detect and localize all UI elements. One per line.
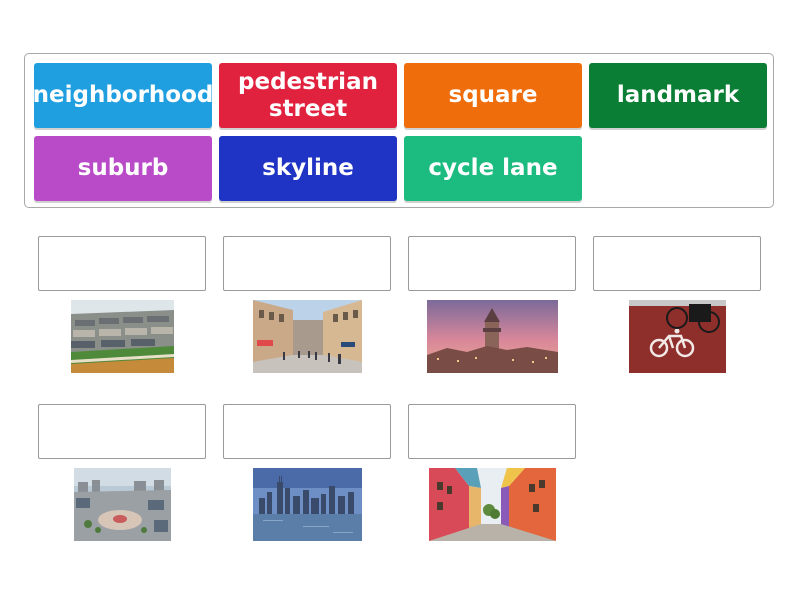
word-bank: neighborhood pedestrian street square la… bbox=[24, 53, 774, 208]
drop-box-2[interactable] bbox=[223, 236, 391, 291]
tile-skyline[interactable]: skyline bbox=[219, 136, 397, 201]
tile-landmark[interactable]: landmark bbox=[589, 63, 767, 128]
tile-neighborhood[interactable]: neighborhood bbox=[33, 63, 213, 128]
drop-box-5[interactable] bbox=[38, 404, 206, 459]
city-square-aerial-photo bbox=[74, 468, 171, 541]
drop-box-3[interactable] bbox=[408, 236, 576, 291]
city-skyline-photo bbox=[253, 468, 362, 541]
tile-pedestrian-street[interactable]: pedestrian street bbox=[219, 63, 397, 128]
drop-box-4[interactable] bbox=[593, 236, 761, 291]
drop-box-6[interactable] bbox=[223, 404, 391, 459]
activity-stage: neighborhood pedestrian street square la… bbox=[0, 0, 800, 600]
suburb-aerial-photo bbox=[71, 300, 174, 373]
tile-suburb[interactable]: suburb bbox=[34, 136, 212, 201]
tower-landmark-photo bbox=[427, 300, 558, 373]
tile-cycle-lane[interactable]: cycle lane bbox=[404, 136, 582, 201]
shopping-street-photo bbox=[253, 300, 362, 373]
drop-box-7[interactable] bbox=[408, 404, 576, 459]
colorful-street-photo bbox=[429, 468, 556, 541]
drop-box-1[interactable] bbox=[38, 236, 206, 291]
tile-square[interactable]: square bbox=[404, 63, 582, 128]
bicycle-lane-photo bbox=[629, 300, 726, 373]
